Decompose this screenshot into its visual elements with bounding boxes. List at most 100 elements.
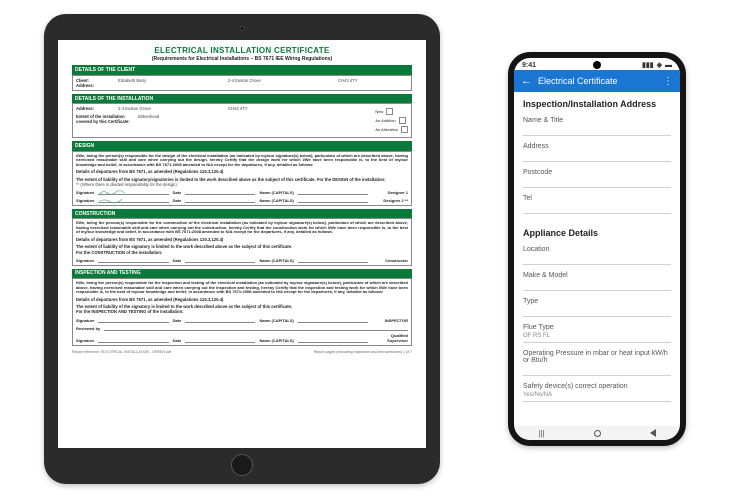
insp-date2-field[interactable]	[185, 337, 255, 343]
postcode-label: Postcode	[523, 169, 671, 176]
form-content[interactable]: Inspection/Installation Address Name & T…	[514, 92, 680, 409]
constr-date-field[interactable]	[185, 257, 255, 263]
client-address: 2-4 Euston Grove	[228, 78, 338, 83]
back-button[interactable]	[650, 429, 656, 437]
tablet-screen[interactable]: ELECTRICAL INSTALLATION CERTIFICATE (Req…	[58, 40, 426, 448]
design-date1-field[interactable]	[185, 189, 255, 195]
section-inspection-heading: INSPECTION AND TESTING	[72, 269, 412, 278]
client-address-label: Address:	[76, 83, 118, 88]
insp-name-field[interactable]	[298, 317, 368, 323]
tablet-camera	[240, 26, 245, 31]
design-body: I/We, being the person(s) responsible fo…	[76, 154, 408, 168]
design-divided: ** (Where there is divided responsibilit…	[76, 182, 408, 187]
make-field[interactable]	[523, 280, 671, 291]
phone-screen[interactable]: 9:41 ▮▮▮ ◈ ▬ ← Electrical Certificate ⋮ …	[514, 58, 680, 440]
section-client-box: Client: Elizabeth Barry 2-4 Euston Grove…	[72, 75, 412, 92]
check-alteration[interactable]	[401, 126, 408, 133]
section-construction-box: I/We, being the person(s) responsible fo…	[72, 218, 412, 266]
tel-field[interactable]	[523, 203, 671, 214]
section-install-box: New An Addition An Alteration Address: 2…	[72, 103, 412, 138]
insp-role2: Qualified Supervisor	[372, 333, 408, 343]
design-name2-label: Name (CAPITALS)	[259, 198, 293, 203]
design-date1-label: Date	[173, 190, 182, 195]
flue-value: OF RS FL	[523, 332, 671, 339]
more-icon[interactable]: ⋮	[663, 76, 673, 87]
insp-name2-field[interactable]	[298, 337, 368, 343]
design-name2-field[interactable]	[298, 197, 368, 203]
constr-sig-label: Signature	[76, 258, 94, 263]
constr-date-label: Date	[173, 258, 182, 263]
insp-name2-label: Name (CAPITALS)	[259, 338, 293, 343]
design-sig1-label: Signature	[76, 190, 94, 195]
insp-sig-label: Signature	[76, 318, 94, 323]
install-type-checks: New An Addition An Alteration	[375, 106, 408, 135]
footer-left: Report reference: ELECTRICAL INSTALLATIO…	[72, 350, 171, 354]
home-button[interactable]	[594, 430, 601, 437]
constr-body: I/We, being the person(s) responsible fo…	[76, 221, 408, 235]
address-field[interactable]	[523, 151, 671, 162]
pressure-label: Operating Pressure in mbar or heat input…	[523, 350, 671, 364]
constr-role: Constructor	[372, 258, 408, 263]
design-sig2-field[interactable]	[98, 197, 168, 203]
recent-button[interactable]: |||	[538, 429, 544, 438]
install-address-label: Address:	[76, 106, 118, 111]
install-postcode: CH43 4TY	[228, 106, 248, 111]
android-navbar: |||	[514, 426, 680, 440]
design-sig1-field[interactable]	[98, 189, 168, 195]
app-title: Electrical Certificate	[538, 76, 618, 86]
tablet-home-button[interactable]	[231, 454, 253, 476]
name-field[interactable]	[523, 125, 671, 136]
tablet-device: ELECTRICAL INSTALLATION CERTIFICATE (Req…	[44, 14, 440, 484]
phone-device: 9:41 ▮▮▮ ◈ ▬ ← Electrical Certificate ⋮ …	[508, 52, 686, 446]
section-appliance-title: Appliance Details	[523, 228, 671, 238]
insp-role1: INSPECTOR	[372, 318, 408, 323]
design-name1-field[interactable]	[298, 189, 368, 195]
section-install-heading: DETAILS OF THE INSTALLATION	[72, 94, 412, 103]
location-field[interactable]	[523, 254, 671, 265]
design-dep: Details of departures from BS 7671, as a…	[76, 169, 408, 174]
constr-for: For the CONSTRUCTION of the installation…	[76, 250, 408, 255]
section-client-heading: DETAILS OF THE CLIENT	[72, 65, 412, 74]
design-name1-label: Name (CAPITALS)	[259, 190, 293, 195]
client-postcode: CH43 4TY	[338, 78, 358, 83]
design-date2-label: Date	[173, 198, 182, 203]
safety-label: Safety device(s) correct operation	[523, 383, 671, 390]
cert-subtitle: (Requirements for Electrical Installatio…	[72, 56, 412, 62]
design-role1: Designer 1	[372, 190, 408, 195]
insp-date-field[interactable]	[185, 317, 255, 323]
phone-notch	[593, 61, 601, 69]
wifi-icon: ◈	[657, 61, 662, 69]
insp-date-label: Date	[173, 318, 182, 323]
check-new[interactable]	[386, 108, 393, 115]
battery-icon: ▬	[665, 62, 672, 69]
constr-name-field[interactable]	[298, 257, 368, 263]
design-extent: The extent of liability of the signatory…	[76, 177, 408, 182]
signal-icon: ▮▮▮	[642, 61, 654, 69]
constr-sig-field[interactable]	[98, 257, 168, 263]
insp-sig-field[interactable]	[98, 317, 168, 323]
check-addition-label: An Addition	[375, 118, 395, 123]
constr-dep: Details of departures from BS 7671, as a…	[76, 237, 408, 242]
insp-sig2-field[interactable]	[98, 337, 168, 343]
postcode-field[interactable]	[523, 177, 671, 188]
extent-label: Extent of the installation covered by th…	[76, 114, 138, 125]
design-date2-field[interactable]	[185, 197, 255, 203]
flue-field[interactable]: OF RS FL	[523, 332, 671, 343]
insp-body: I/We, being the person(s) responsible fo…	[76, 281, 408, 295]
tel-label: Tel	[523, 195, 671, 202]
design-role2: Designer 2 **	[372, 198, 408, 203]
check-new-label: New	[375, 109, 383, 114]
insp-rev-field[interactable]	[104, 325, 408, 331]
back-icon[interactable]: ←	[521, 75, 532, 87]
safety-field[interactable]: Yes/No/NA	[523, 391, 671, 402]
insp-sig2-label: Signature	[76, 338, 94, 343]
make-label: Make & Model	[523, 272, 671, 279]
extent-value: Birkenhead	[138, 114, 159, 125]
pressure-field[interactable]	[523, 365, 671, 376]
app-bar: ← Electrical Certificate ⋮	[514, 70, 680, 92]
insp-date2-label: Date	[173, 338, 182, 343]
type-field[interactable]	[523, 306, 671, 317]
check-addition[interactable]	[399, 117, 406, 124]
location-label: Location	[523, 246, 671, 253]
install-address: 2-4 Euston Grove	[118, 106, 228, 111]
